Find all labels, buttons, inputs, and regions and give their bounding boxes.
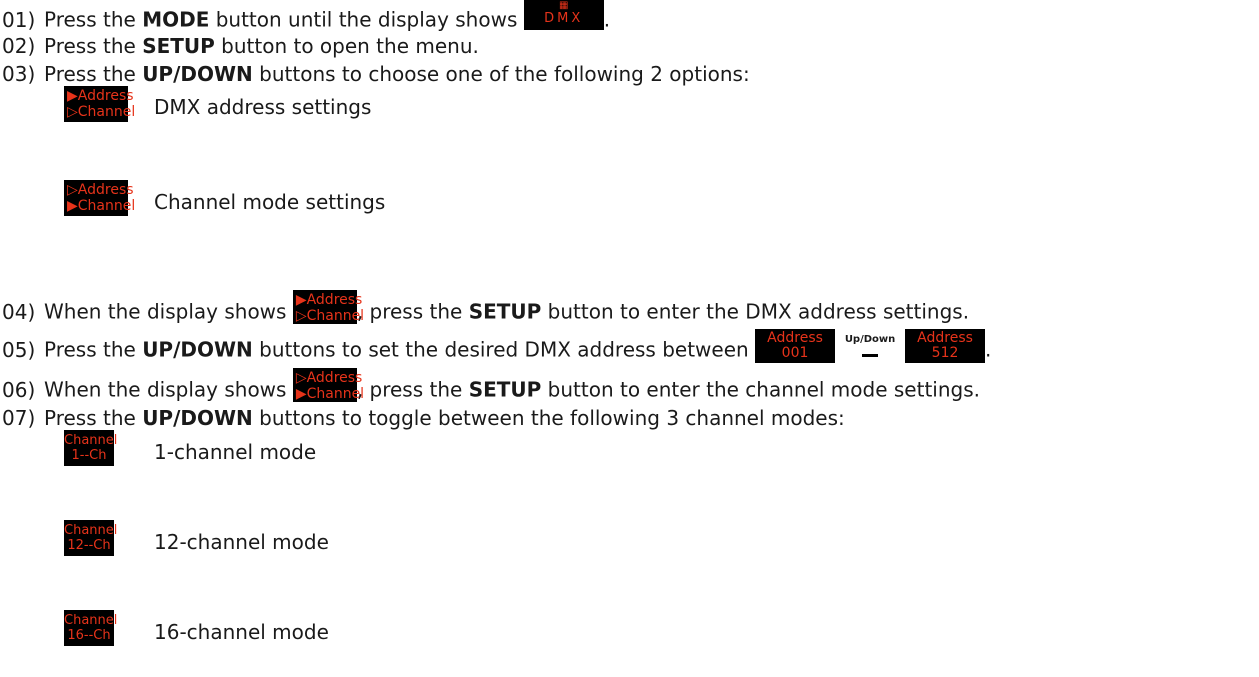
address-selected-display: ▶Address ▷Channel	[292, 290, 364, 324]
lcd-address-text: Address	[306, 292, 363, 308]
lcd-channel-text: Channel	[306, 386, 365, 402]
lcd-address-text: Address	[77, 182, 134, 198]
dmx-display: ▦ DMX	[523, 0, 604, 30]
lcd-mode-value: 1--Ch	[71, 448, 107, 463]
dash-icon	[862, 354, 879, 357]
step-text: When the display shows	[44, 377, 293, 402]
lcd-mode-value: 16--Ch	[67, 628, 111, 643]
step-text: Press the	[44, 34, 143, 58]
step-02: 02) Press the SETUP button to open the me…	[0, 34, 479, 58]
updown-indicator: Up/Down	[835, 328, 905, 357]
updown-button-label: UP/DOWN	[142, 406, 253, 430]
step-01: 01) Press the MODE button until the displ…	[0, 0, 611, 36]
step-number: 06)	[2, 377, 36, 402]
step-text: , press the	[356, 299, 469, 324]
step-05: 05) Press the UP/DOWN buttons to set the …	[0, 329, 992, 368]
step-number: 02)	[2, 34, 36, 58]
mode-16ch-display: Channel 16--Ch	[64, 610, 118, 646]
step-text: Press the	[44, 406, 143, 430]
step-06: 06) When the display shows ▷Address ▶Chann…	[0, 368, 980, 408]
channel-selected-display: ▷Address ▶Channel	[292, 368, 364, 402]
period: .	[603, 7, 611, 32]
step-text: When the display shows	[44, 299, 293, 324]
updown-button-label: UP/DOWN	[142, 337, 253, 362]
selected-arrow-icon: ▶	[295, 292, 307, 308]
lcd-address-text: Address	[767, 330, 823, 346]
lcd-address-text: Address	[77, 88, 134, 104]
step-text: buttons to choose one of the following 2…	[252, 62, 750, 86]
lcd-address-max: 512	[931, 345, 959, 361]
unselected-arrow-icon: ▷	[295, 370, 307, 386]
channel-option-desc: Channel mode settings	[154, 190, 386, 214]
unselected-arrow-icon: ▷	[67, 182, 78, 198]
step-07: 07) Press the UP/DOWN buttons to toggle b…	[0, 406, 845, 430]
updown-button-label: UP/DOWN	[142, 62, 253, 86]
lcd-address-text: Address	[306, 370, 363, 386]
dmx-display-text: DMX	[544, 11, 584, 26]
unselected-arrow-icon: ▷	[295, 308, 307, 324]
lcd-channel-text: Channel	[64, 613, 118, 628]
step-text: Press the	[44, 337, 143, 362]
step-text: Press the	[44, 62, 143, 86]
step-text: button to enter the channel mode setting…	[541, 377, 980, 402]
step-text: Press the	[44, 7, 143, 32]
lcd-channel-text: Channel	[64, 523, 118, 538]
lcd-channel-text: Channel	[64, 433, 118, 448]
address-max-display: Address 512	[905, 329, 986, 363]
selected-arrow-icon: ▶	[67, 198, 78, 214]
period: .	[985, 337, 992, 362]
step-04: 04) When the display shows ▶Address ▷Chann…	[0, 290, 970, 330]
address-option-desc: DMX address settings	[154, 95, 372, 119]
lcd-address-text: Address	[917, 330, 973, 346]
step-number: 07)	[2, 406, 36, 430]
step-number: 03)	[2, 62, 36, 86]
mode-12ch-desc: 12-channel mode	[154, 530, 329, 554]
lcd-channel-text: Channel	[77, 198, 136, 214]
step-text: buttons to set the desired DMX address b…	[252, 337, 756, 362]
unselected-arrow-icon: ▷	[67, 104, 78, 120]
updown-label: Up/Down	[844, 334, 896, 345]
mode-16ch-desc: 16-channel mode	[154, 620, 329, 644]
setup-button-label: SETUP	[468, 377, 542, 402]
step-number: 04)	[2, 299, 36, 324]
mode-1ch-desc: 1-channel mode	[154, 440, 317, 464]
step-text: button to open the menu.	[214, 34, 479, 58]
mode-12ch-display: Channel 12--Ch	[64, 520, 118, 556]
lcd-mode-value: 12--Ch	[67, 538, 111, 553]
selected-arrow-icon: ▶	[67, 88, 78, 104]
channel-menu-display: ▷Address ▶Channel	[64, 180, 135, 216]
mode-button-label: MODE	[142, 7, 210, 32]
step-text: button to enter the DMX address settings…	[541, 299, 970, 324]
step-text: , press the	[356, 377, 469, 402]
lcd-channel-text: Channel	[306, 308, 365, 324]
lcd-channel-text: Channel	[77, 104, 136, 120]
address-min-display: Address 001	[755, 329, 836, 363]
lcd-address-min: 001	[781, 345, 809, 361]
selected-arrow-icon: ▶	[295, 386, 307, 402]
step-text: button until the display shows	[209, 7, 524, 32]
step-number: 01)	[2, 7, 36, 32]
mode-1ch-display: Channel 1--Ch	[64, 430, 118, 466]
setup-button-label: SETUP	[142, 34, 215, 58]
step-text: buttons to toggle between the following …	[252, 406, 845, 430]
step-03: 03) Press the UP/DOWN buttons to choose o…	[0, 62, 750, 86]
setup-button-label: SETUP	[468, 299, 542, 324]
step-number: 05)	[2, 337, 36, 362]
address-menu-display: ▶Address ▷Channel	[64, 86, 135, 122]
